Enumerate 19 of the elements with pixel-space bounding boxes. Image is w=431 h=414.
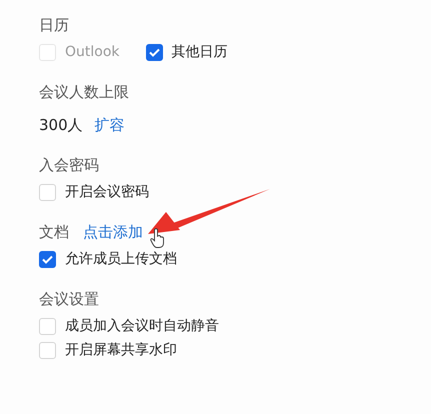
checkbox-label: 其他日历: [172, 43, 228, 61]
limit-value: 300人: [39, 116, 83, 134]
expand-link[interactable]: 扩容: [94, 116, 125, 134]
section-title: 会议人数上限: [39, 82, 129, 102]
checkbox-label: 允许成员上传文档: [65, 250, 177, 268]
section-title: 会议设置: [39, 290, 99, 308]
checkbox-label: 开启屏幕共享水印: [65, 341, 177, 359]
checkbox-label: 成员加入会议时自动静音: [65, 317, 219, 335]
check-icon: [42, 254, 53, 264]
section-title: 入会密码: [39, 156, 99, 174]
section-title: 文档: [39, 222, 69, 242]
checkbox-label: 开启会议密码: [65, 183, 149, 201]
checkbox[interactable]: [146, 44, 163, 60]
check-icon: [148, 48, 160, 56]
section-title: 日历: [39, 16, 69, 34]
checkbox[interactable]: [39, 250, 56, 268]
add-link[interactable]: 点击添加: [83, 222, 143, 242]
checkbox-label: Outlook: [65, 44, 120, 60]
hand-cursor-icon: [150, 228, 164, 248]
